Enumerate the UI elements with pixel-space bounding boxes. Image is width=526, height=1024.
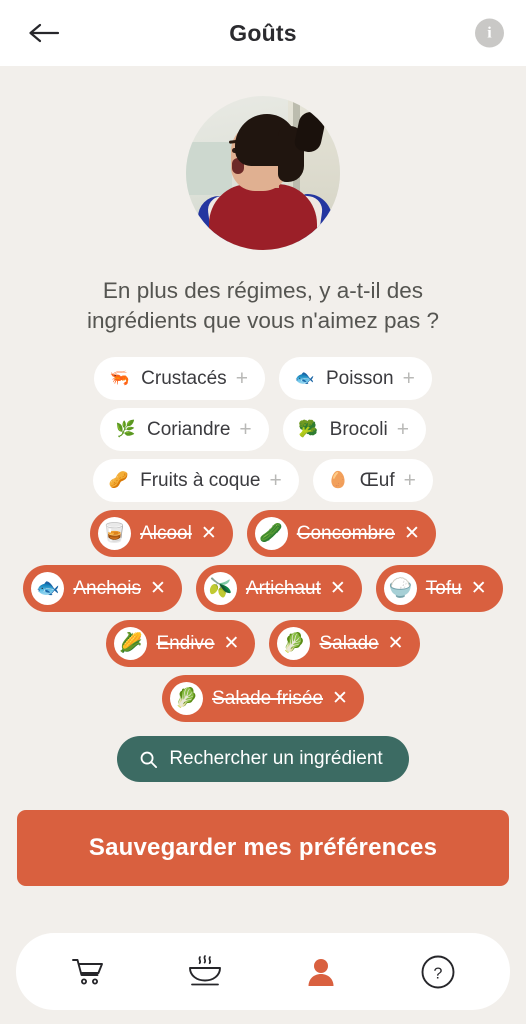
chip-row: 🦐 Crustacés + 🐟 Poisson + xyxy=(14,357,512,401)
remove-chip-icon[interactable]: ✕ xyxy=(150,579,166,598)
save-preferences-button[interactable]: Sauvegarder mes préférences xyxy=(17,810,509,887)
ingredient-chip[interactable]: 🥦 Brocoli + xyxy=(282,408,427,452)
help-circle-icon: ? xyxy=(421,955,455,988)
ingredient-chip[interactable]: 🦐 Crustacés + xyxy=(94,357,265,401)
ingredient-chip-label: Alcool xyxy=(140,522,192,544)
search-container: Rechercher un ingrédient xyxy=(0,736,526,783)
ingredient-chip[interactable]: 🌽 Endive ✕ xyxy=(106,620,256,668)
back-button[interactable] xyxy=(22,13,66,53)
app-header: Goûts i xyxy=(0,0,526,66)
ingredient-chip-label: Salade frisée xyxy=(212,687,323,709)
add-chip-icon[interactable]: + xyxy=(236,368,248,389)
fish-icon: 🐟 xyxy=(294,369,315,387)
ingredient-chip-label: Crustacés xyxy=(141,367,227,389)
ingredient-chip[interactable]: 🥬 Salade ✕ xyxy=(269,620,420,668)
broccoli-icon: 🥦 xyxy=(298,420,319,438)
alcohol-glass-icon: 🥃 xyxy=(98,517,132,551)
nuts-icon: 🥜 xyxy=(108,471,129,489)
add-chip-icon[interactable]: + xyxy=(270,470,282,491)
remove-chip-icon[interactable]: ✕ xyxy=(224,634,240,653)
screen: Goûts i En plus des régimes, y a-t-il de… xyxy=(0,0,526,1024)
avatar xyxy=(186,96,340,250)
chip-row: 🌽 Endive ✕ 🥬 Salade ✕ xyxy=(14,620,512,668)
ingredient-chip-label: Concombre xyxy=(296,522,395,544)
ingredient-chip[interactable]: 🌿 Coriandre + xyxy=(99,408,269,452)
add-chip-icon[interactable]: + xyxy=(397,419,409,440)
ingredient-chip-list: 🦐 Crustacés + 🐟 Poisson + 🌿 Coriandre + 🥦 Brocoli +… xyxy=(0,357,526,723)
ingredient-chip[interactable]: 🥒 Concombre ✕ xyxy=(246,510,436,558)
ingredient-chip[interactable]: 🥃 Alcool ✕ xyxy=(90,510,233,558)
bottom-nav-container: ? xyxy=(16,933,510,1010)
ingredient-chip[interactable]: 🥬 Salade frisée ✕ xyxy=(162,675,364,723)
ingredient-chip-label: Œuf xyxy=(359,469,395,491)
artichoke-icon: 🫒 xyxy=(203,572,237,606)
soup-bowl-icon xyxy=(188,954,221,985)
page-title: Goûts xyxy=(229,19,297,46)
nav-item-profile[interactable] xyxy=(290,941,352,1003)
remove-chip-icon[interactable]: ✕ xyxy=(388,634,404,653)
person-icon xyxy=(308,958,334,986)
egg-icon: 🥚 xyxy=(328,471,349,489)
chip-row: 🌿 Coriandre + 🥦 Brocoli + xyxy=(14,408,512,452)
remove-chip-icon[interactable]: ✕ xyxy=(471,579,487,598)
nav-item-meals[interactable] xyxy=(174,941,236,1003)
arrow-left-icon xyxy=(29,23,60,43)
avatar-container xyxy=(0,96,526,250)
ingredient-chip-label: Anchois xyxy=(73,577,141,599)
shrimp-icon: 🦐 xyxy=(109,369,130,387)
ingredient-chip-label: Endive xyxy=(156,632,215,654)
ingredient-chip-label: Brocoli xyxy=(329,418,388,440)
ingredient-chip-label: Fruits à coque xyxy=(140,469,261,491)
nav-item-cart[interactable] xyxy=(57,941,119,1003)
anchovy-icon: 🐟 xyxy=(31,572,65,606)
info-icon-label: i xyxy=(487,24,492,41)
add-chip-icon[interactable]: + xyxy=(404,470,416,491)
remove-chip-icon[interactable]: ✕ xyxy=(201,524,217,543)
tofu-icon: 🍚 xyxy=(383,572,417,606)
remove-chip-icon[interactable]: ✕ xyxy=(330,579,346,598)
search-icon xyxy=(140,751,158,768)
cucumber-icon: 🥒 xyxy=(254,517,288,551)
ingredient-chip-label: Artichaut xyxy=(245,577,321,599)
ingredient-chip-label: Salade xyxy=(319,632,379,654)
chip-row: 🥬 Salade frisée ✕ xyxy=(14,675,512,723)
chip-row: 🐟 Anchois ✕ 🫒 Artichaut ✕ 🍚 Tofu ✕ xyxy=(14,565,512,613)
ingredient-chip-label: Poisson xyxy=(325,367,394,389)
ingredient-chip[interactable]: 🐟 Poisson + xyxy=(278,357,432,401)
save-container: Sauvegarder mes préférences xyxy=(0,810,526,887)
svg-text:?: ? xyxy=(433,965,442,982)
nav-item-help[interactable]: ? xyxy=(407,941,469,1003)
chip-row: 🥜 Fruits à coque + 🥚 Œuf + xyxy=(14,459,512,503)
ingredient-chip[interactable]: 🥜 Fruits à coque + xyxy=(93,459,299,503)
ingredient-chip-label: Coriandre xyxy=(146,418,231,440)
add-chip-icon[interactable]: + xyxy=(403,368,415,389)
ingredient-chip[interactable]: 🐟 Anchois ✕ xyxy=(23,565,182,613)
search-button-label: Rechercher un ingrédient xyxy=(169,748,383,770)
ingredient-chip[interactable]: 🍚 Tofu ✕ xyxy=(375,565,503,613)
ingredient-chip-label: Tofu xyxy=(425,577,462,599)
remove-chip-icon[interactable]: ✕ xyxy=(332,689,348,708)
bottom-nav: ? xyxy=(16,933,510,1010)
shopping-cart-icon xyxy=(72,958,104,984)
ingredient-chip[interactable]: 🫒 Artichaut ✕ xyxy=(195,565,362,613)
add-chip-icon[interactable]: + xyxy=(239,419,251,440)
info-icon[interactable]: i xyxy=(475,18,504,48)
curly-salad-icon: 🥬 xyxy=(170,682,204,716)
ingredient-chip[interactable]: 🥚 Œuf + xyxy=(312,459,433,503)
search-ingredient-button[interactable]: Rechercher un ingrédient xyxy=(117,736,409,783)
salad-icon: 🥬 xyxy=(277,627,311,661)
endive-icon: 🌽 xyxy=(114,627,148,661)
remove-chip-icon[interactable]: ✕ xyxy=(404,524,420,543)
avatar-torso xyxy=(209,184,317,250)
question-text: En plus des régimes, y a-t-il des ingréd… xyxy=(86,278,439,333)
chip-row: 🥃 Alcool ✕ 🥒 Concombre ✕ xyxy=(14,510,512,558)
avatar-bg-left xyxy=(186,142,233,195)
herb-icon: 🌿 xyxy=(115,420,136,438)
